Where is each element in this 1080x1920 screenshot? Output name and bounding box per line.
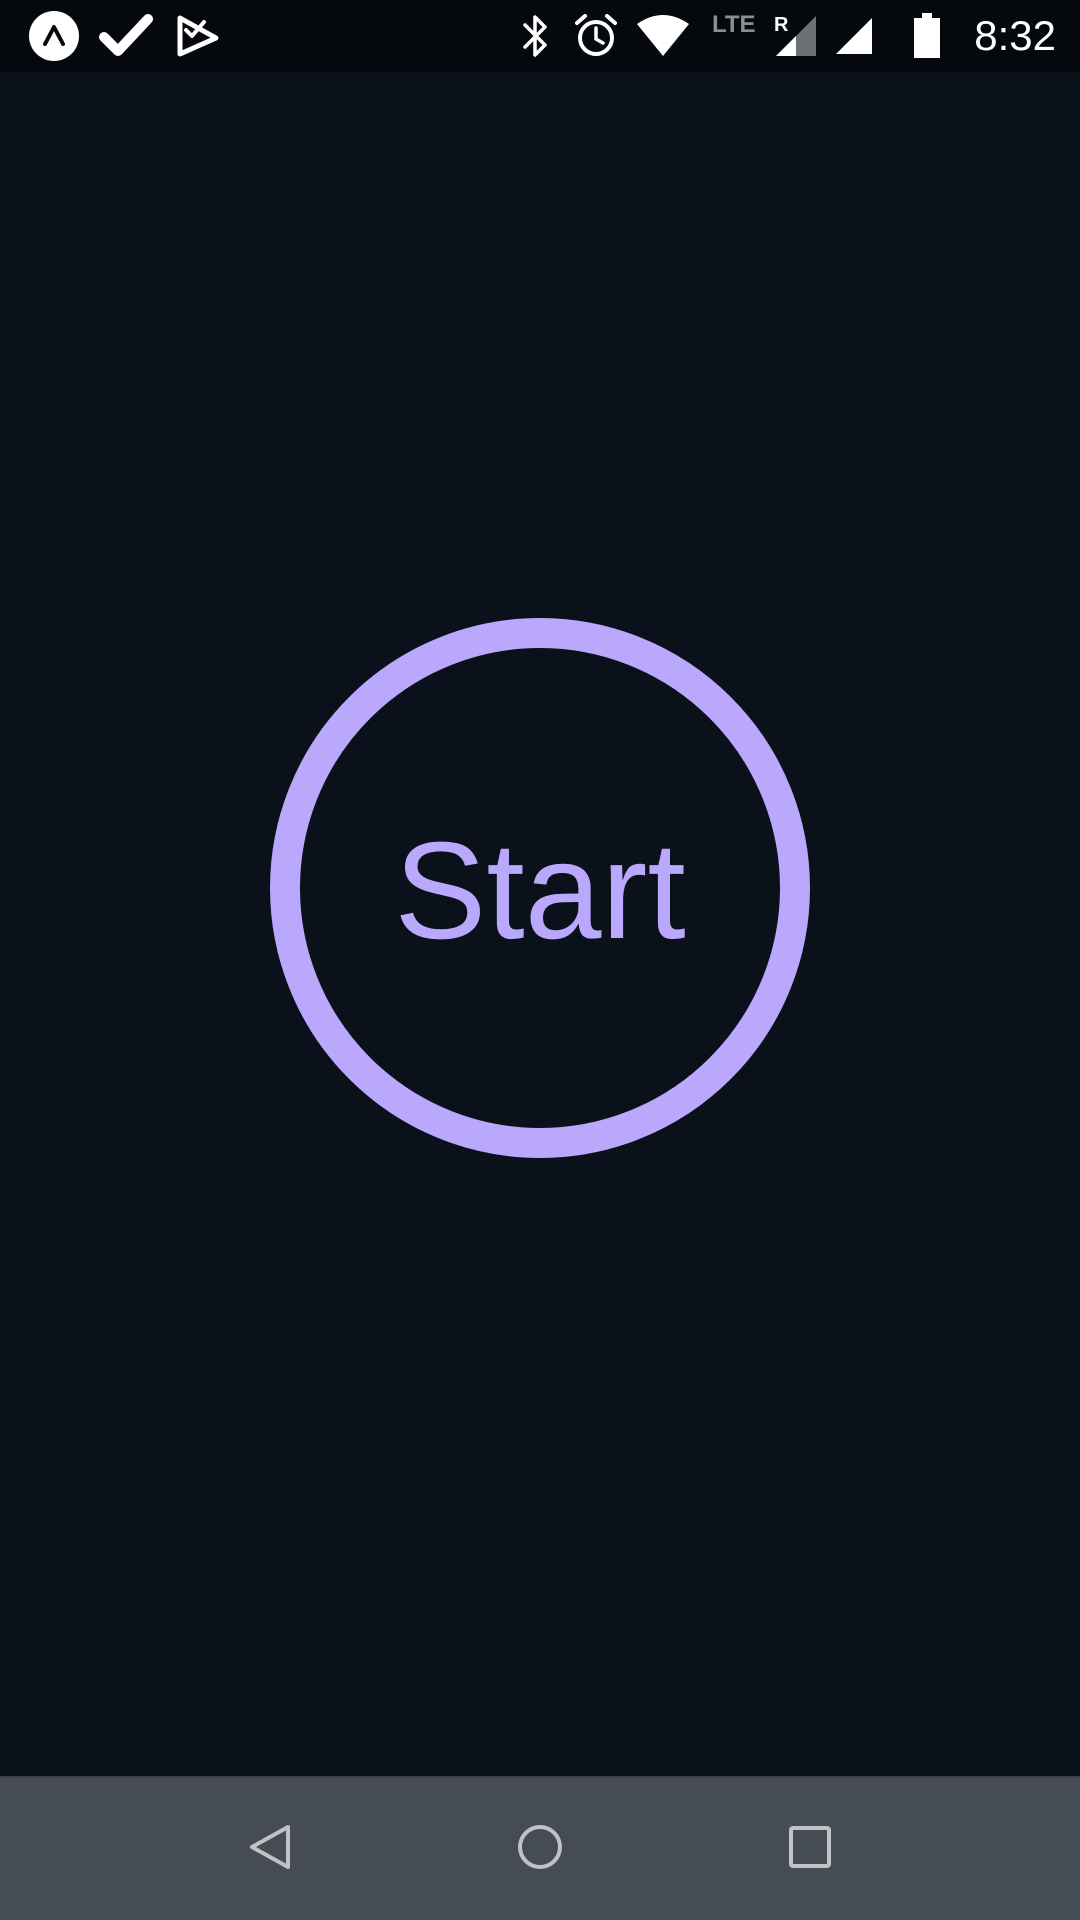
home-button[interactable] (480, 1778, 600, 1920)
status-bar: LTE R 8:32 (0, 0, 1080, 72)
wifi-icon (634, 0, 692, 72)
recents-icon (788, 1825, 832, 1874)
start-button[interactable]: Start (270, 618, 810, 1158)
recents-button[interactable] (750, 1778, 870, 1920)
back-icon (248, 1823, 292, 1876)
main-area: Start (0, 72, 1080, 1776)
check-icon (98, 0, 154, 72)
status-time: 8:32 (974, 12, 1056, 59)
navigation-bar (0, 1776, 1080, 1920)
battery-icon (912, 0, 942, 72)
bluetooth-icon (518, 0, 554, 72)
checklist-icon (174, 0, 222, 72)
lte-label: LTE (712, 11, 756, 38)
app-screen: LTE R 8:32 Start (0, 0, 1080, 1920)
start-label: Start (394, 814, 686, 968)
lte-signal-icon: LTE (712, 0, 768, 72)
cell-signal-roaming-icon: R (772, 0, 820, 72)
back-button[interactable] (210, 1778, 330, 1920)
roaming-label: R (774, 14, 789, 36)
launcher-icon (26, 0, 82, 72)
home-icon (516, 1823, 564, 1876)
cell-signal-icon (834, 0, 874, 72)
alarm-icon (572, 0, 620, 72)
